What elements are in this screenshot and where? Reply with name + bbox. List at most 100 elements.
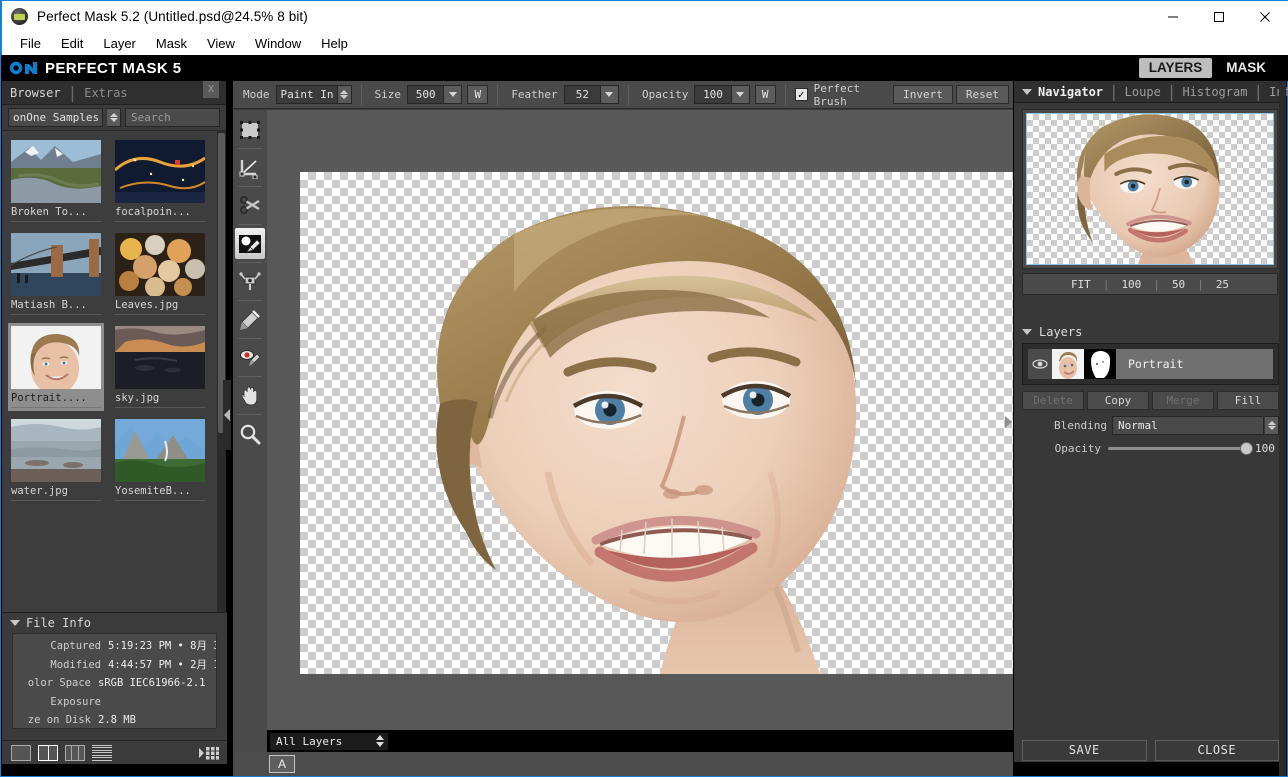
thumbnail-grid[interactable]: Broken To... focalpoin... Matiash B... L…	[2, 131, 218, 682]
feather-label: Feather	[511, 88, 558, 101]
view-mode-list[interactable]	[92, 744, 112, 761]
layer-opacity-slider-knob[interactable]	[1240, 442, 1253, 455]
zoom-fit[interactable]: FIT	[1071, 278, 1091, 291]
canvas-viewport[interactable]	[267, 110, 1015, 776]
menu-view[interactable]: View	[197, 34, 245, 53]
filmstrip-grid-icon[interactable]	[199, 744, 219, 761]
eye-visibility-icon[interactable]	[1028, 349, 1052, 379]
zoom-100[interactable]: 100	[1121, 278, 1141, 291]
source-select[interactable]: onOne Samples	[8, 108, 103, 127]
thumbnail-item[interactable]: Broken To...	[8, 137, 104, 225]
navigator-thumbnail[interactable]	[1026, 113, 1274, 265]
perspective-tool[interactable]	[235, 152, 265, 183]
navigator-title: Navigator	[1038, 84, 1104, 99]
red-eye-tool[interactable]	[235, 342, 265, 373]
invert-button[interactable]: Invert	[893, 85, 953, 104]
save-button[interactable]: SAVE	[1022, 739, 1147, 761]
tab-browser[interactable]: Browser	[10, 86, 61, 100]
view-mode-two-up[interactable]	[38, 744, 58, 761]
tab-histogram[interactable]: Histogram	[1182, 85, 1247, 99]
thumbnail-image	[115, 326, 205, 389]
perfect-brush-checkbox[interactable]: ✓	[794, 88, 808, 101]
merge-layer-button[interactable]: Merge	[1152, 391, 1214, 410]
menu-layer[interactable]: Layer	[93, 34, 146, 53]
magic-brush-tool[interactable]	[235, 266, 265, 297]
mode-label: Mode	[243, 88, 270, 101]
zoom-25[interactable]: 25	[1216, 278, 1229, 291]
minimize-button[interactable]	[1150, 1, 1196, 32]
tab-loupe[interactable]: Loupe	[1125, 85, 1161, 99]
opacity-dropdown-icon[interactable]	[731, 85, 750, 104]
zoom-50[interactable]: 50	[1172, 278, 1185, 291]
layer-mask-thumbnail	[1084, 349, 1116, 379]
close-button[interactable]	[1242, 1, 1288, 32]
feather-input[interactable]: 52	[563, 85, 601, 104]
blending-row: Blending Normal	[1022, 416, 1279, 435]
layers-filter-select[interactable]: All Layers	[269, 731, 389, 751]
search-input[interactable]: Search	[125, 108, 220, 127]
hand-tool[interactable]	[235, 380, 265, 411]
right-panel-collapse-handle[interactable]	[1003, 412, 1013, 432]
chevron-left-icon[interactable]	[224, 409, 230, 421]
editor-area: Mode Paint In Size 500 W Feather 52 Opac…	[233, 81, 1015, 776]
menu-edit[interactable]: Edit	[51, 34, 93, 53]
size-wacom-button[interactable]: W	[467, 85, 489, 104]
thumbnail-label: sky.jpg	[115, 392, 205, 408]
transform-tool[interactable]	[235, 114, 265, 145]
menu-window[interactable]: Window	[245, 34, 311, 53]
menu-help[interactable]: Help	[311, 34, 358, 53]
delete-layer-button[interactable]: Delete	[1022, 391, 1084, 410]
masking-brush-tool[interactable]	[235, 228, 265, 259]
menu-file[interactable]: File	[10, 34, 51, 53]
zoom-tool[interactable]	[235, 418, 265, 449]
search-clear-icon[interactable]: X	[203, 81, 219, 98]
tab-mask[interactable]: MASK	[1216, 58, 1276, 78]
feather-dropdown-icon[interactable]	[600, 85, 619, 104]
collapse-triangle-icon[interactable]	[1022, 329, 1032, 335]
copy-layer-button[interactable]: Copy	[1087, 391, 1149, 410]
menu-mask[interactable]: Mask	[146, 34, 197, 53]
file-info-header[interactable]: File Info	[2, 613, 227, 633]
blending-select-spinner[interactable]	[1265, 416, 1279, 435]
menu-bar: File Edit Layer Mask View Window Help	[1, 31, 1288, 55]
reset-button[interactable]: Reset	[955, 85, 1009, 104]
fill-layer-button[interactable]: Fill	[1217, 391, 1279, 410]
chevron-right-icon[interactable]	[1004, 416, 1012, 428]
thumbnail-item[interactable]: YosemiteB...	[112, 416, 208, 504]
show-mask-a-button[interactable]: A	[269, 755, 295, 773]
thumbnail-item[interactable]: Leaves.jpg	[112, 230, 208, 318]
opacity-input[interactable]: 100	[694, 85, 732, 104]
size-dropdown-icon[interactable]	[444, 85, 463, 104]
size-input[interactable]: 500	[407, 85, 445, 104]
layer-row[interactable]: Portrait	[1028, 349, 1273, 379]
maximize-button[interactable]	[1196, 1, 1242, 32]
mode-select[interactable]: Paint In	[275, 85, 338, 104]
layer-opacity-slider[interactable]	[1108, 442, 1253, 455]
thumbnail-image	[11, 419, 101, 482]
view-mode-single[interactable]	[11, 744, 31, 761]
thumbnail-item[interactable]: sky.jpg	[112, 323, 208, 411]
close-button-panel[interactable]: CLOSE	[1154, 739, 1279, 761]
blending-label: Blending	[1054, 419, 1107, 432]
mode-select-spinner[interactable]	[337, 85, 352, 104]
thumbnail-item-portrait[interactable]: Portrait....	[8, 323, 104, 411]
left-panel-collapse-handle[interactable]	[223, 380, 231, 450]
refine-brush-tool[interactable]	[235, 304, 265, 335]
collapse-triangle-icon[interactable]	[10, 620, 20, 626]
source-select-spinner[interactable]	[107, 108, 121, 127]
canvas-image-layer[interactable]	[300, 172, 1015, 674]
view-mode-three-up[interactable]	[65, 744, 85, 761]
thumbnail-item[interactable]: focalpoin...	[112, 137, 208, 225]
layers-header[interactable]: Layers	[1014, 321, 1287, 343]
thumbnail-item[interactable]: Matiash B...	[8, 230, 104, 318]
tab-layers[interactable]: LAYERS	[1138, 58, 1213, 78]
layers-filter-spinner[interactable]	[376, 734, 384, 747]
title-bar: Perfect Mask 5.2 (Untitled.psd@24.5% 8 b…	[1, 0, 1288, 31]
thumbnail-item[interactable]: water.jpg	[8, 416, 104, 504]
tab-extras[interactable]: Extras	[84, 86, 127, 100]
scissors-tool[interactable]	[235, 190, 265, 221]
blending-select[interactable]: Normal	[1112, 416, 1264, 435]
collapse-triangle-icon[interactable]	[1022, 88, 1032, 95]
opacity-wacom-button[interactable]: W	[754, 85, 776, 104]
inspector-scrollbar[interactable]	[1279, 81, 1286, 776]
